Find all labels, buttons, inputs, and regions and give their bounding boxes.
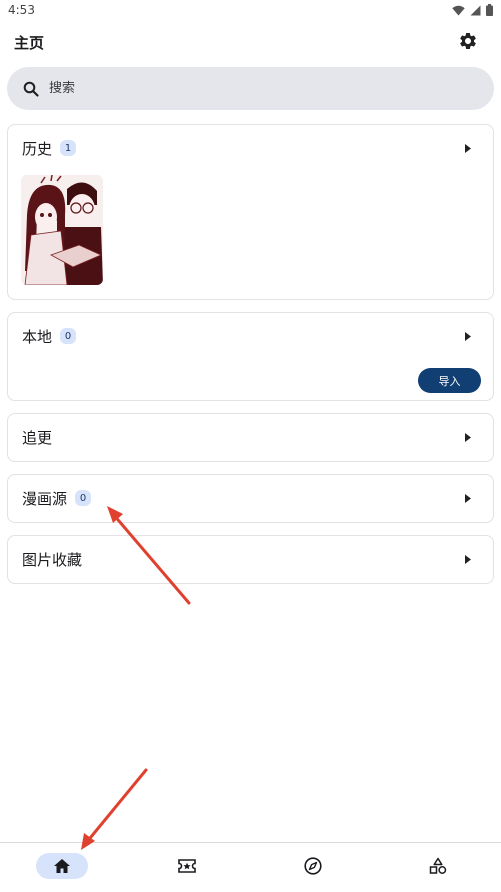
import-button[interactable]: 导入 — [418, 368, 481, 393]
home-icon — [54, 859, 70, 873]
sources-arrow-icon[interactable] — [463, 493, 473, 503]
signal-icon — [470, 5, 481, 15]
shapes-icon — [429, 857, 447, 874]
sources-header: 漫画源 0 — [22, 475, 92, 521]
following-header: 追更 — [22, 414, 52, 460]
local-header: 本地 0 — [22, 313, 77, 359]
favorites-header: 图片收藏 — [22, 536, 82, 582]
search-bar[interactable] — [7, 67, 494, 110]
nav-categories[interactable] — [412, 853, 464, 879]
sources-card[interactable]: 漫画源 0 — [7, 474, 494, 523]
search-icon — [23, 80, 41, 98]
gear-icon — [460, 32, 476, 49]
following-title: 追更 — [22, 428, 53, 447]
battery-icon — [486, 4, 493, 16]
favorites-card[interactable]: 图片收藏 — [7, 535, 494, 584]
sources-title: 漫画源 — [22, 489, 68, 508]
sources-count-badge: 0 — [75, 490, 92, 506]
local-title: 本地 — [22, 327, 53, 346]
following-arrow-icon[interactable] — [463, 432, 473, 442]
nav-home[interactable] — [36, 853, 88, 879]
local-card[interactable]: 本地 0 导入 — [7, 312, 494, 401]
history-header: 历史 1 — [22, 125, 77, 171]
history-count-badge: 1 — [60, 140, 77, 156]
history-manga-cover[interactable] — [21, 175, 103, 285]
bottom-navigation — [0, 842, 501, 892]
status-icons — [452, 4, 493, 16]
compass-icon — [304, 857, 322, 875]
favorites-title: 图片收藏 — [22, 550, 83, 569]
history-card[interactable]: 历史 1 — [7, 124, 494, 300]
settings-button[interactable] — [457, 30, 479, 52]
history-arrow-icon[interactable] — [463, 143, 473, 153]
ticket-star-icon — [178, 859, 196, 873]
history-title: 历史 — [22, 139, 53, 158]
page-title: 主页 — [14, 34, 45, 52]
local-arrow-icon[interactable] — [463, 331, 473, 341]
search-input[interactable] — [47, 80, 451, 97]
local-count-badge: 0 — [60, 328, 77, 344]
status-time: 4:53 — [8, 3, 35, 17]
wifi-icon — [452, 5, 465, 15]
status-bar: 4:53 — [0, 0, 501, 22]
nav-ticket[interactable] — [161, 853, 213, 879]
nav-explore[interactable] — [287, 853, 339, 879]
annotation-arrow-home — [81, 768, 148, 850]
manga-cover-image — [21, 175, 103, 285]
favorites-arrow-icon[interactable] — [463, 554, 473, 564]
following-card[interactable]: 追更 — [7, 413, 494, 462]
